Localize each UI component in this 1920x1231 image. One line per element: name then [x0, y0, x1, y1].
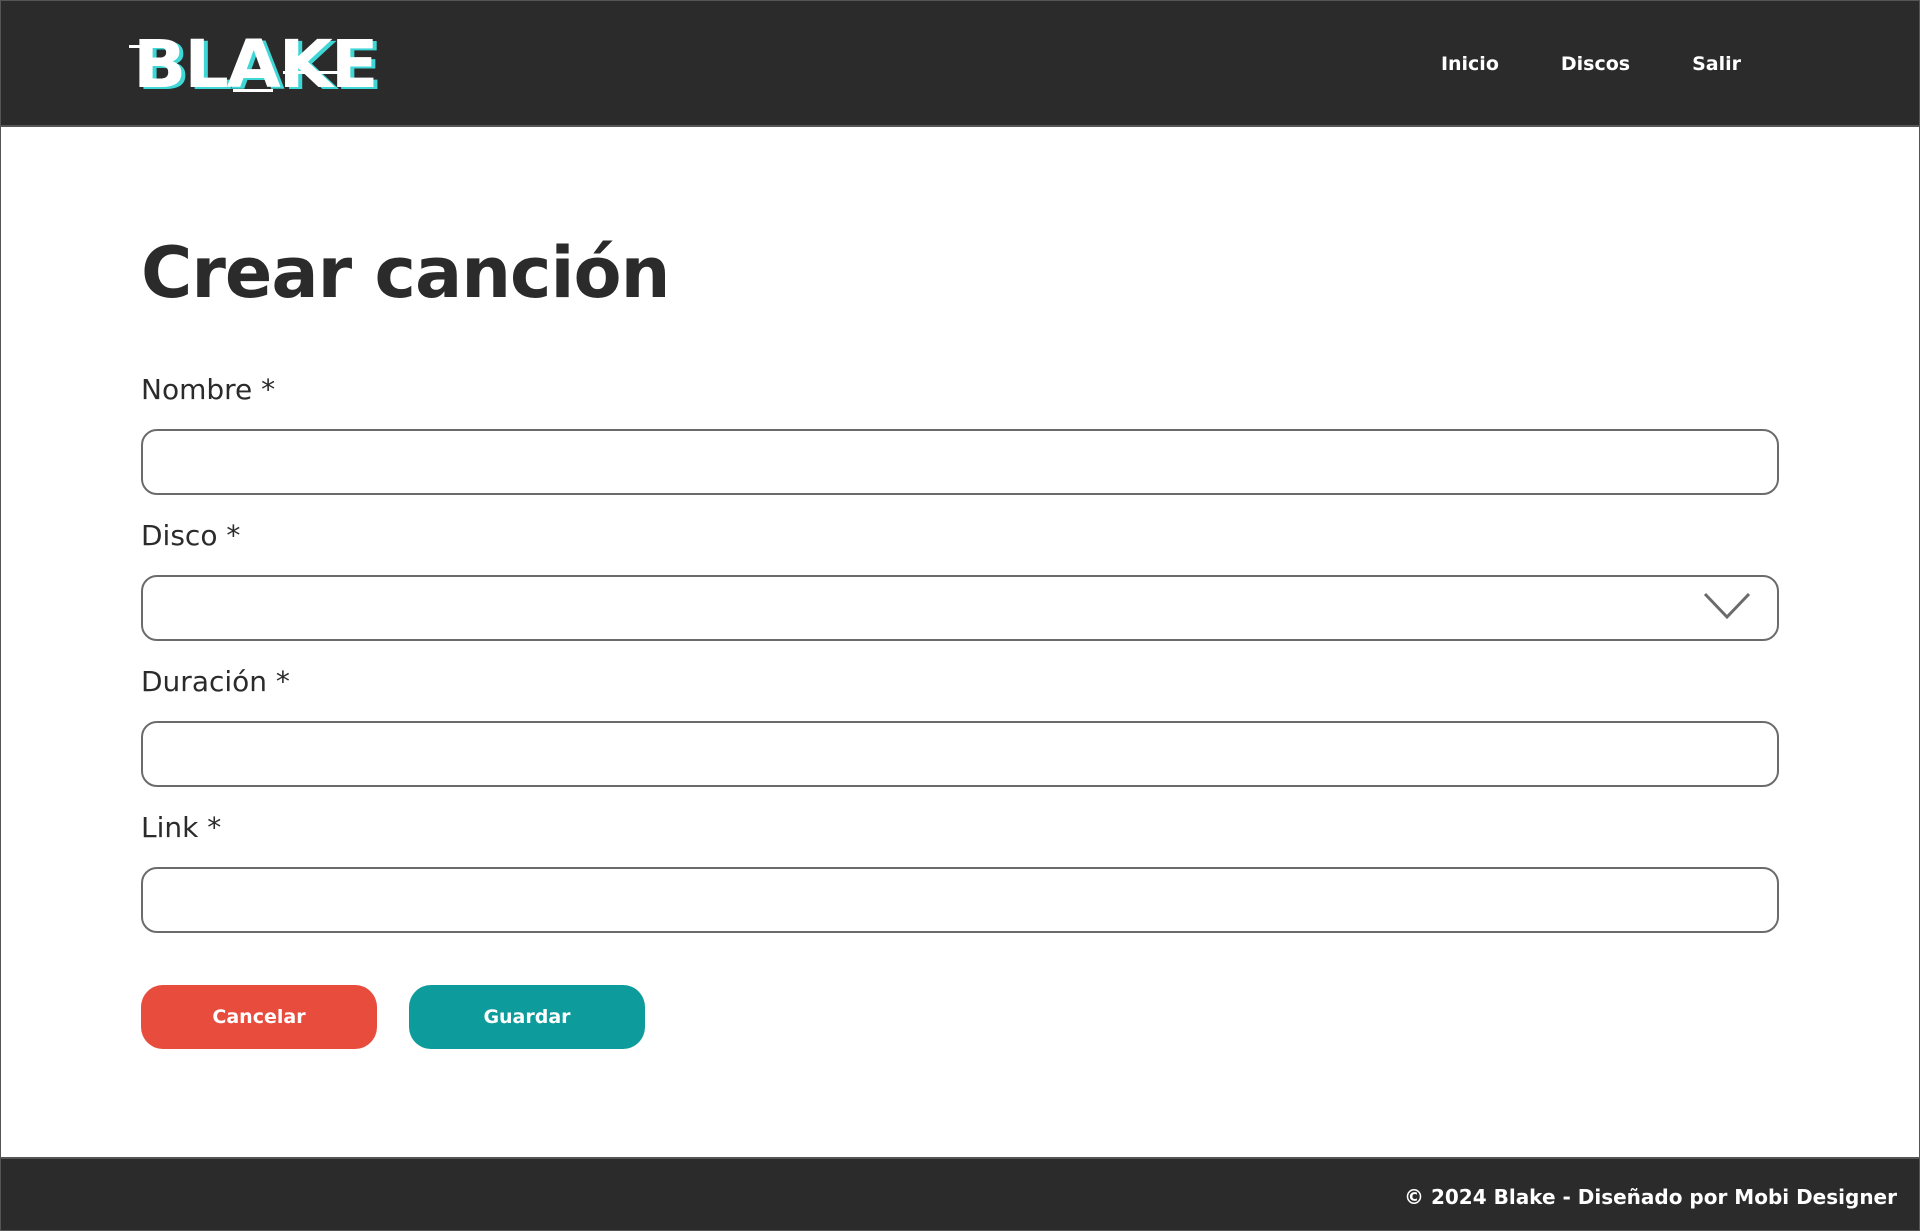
top-header: BLAKE BLAKE Inicio Discos Salir	[1, 1, 1919, 127]
field-duracion: Duración *	[141, 665, 1781, 787]
field-nombre: Nombre *	[141, 373, 1781, 495]
field-disco: Disco *	[141, 519, 1781, 641]
logo[interactable]: BLAKE BLAKE	[129, 31, 383, 101]
disco-select[interactable]	[141, 575, 1779, 641]
link-input[interactable]	[141, 867, 1779, 933]
form-actions: Cancelar Guardar	[141, 985, 1781, 1049]
duracion-label: Duración *	[141, 665, 290, 698]
footer: © 2024 Blake - Diseñado por Mobi Designe…	[1, 1157, 1919, 1230]
main-nav: Inicio Discos Salir	[1441, 53, 1741, 75]
save-button[interactable]: Guardar	[409, 985, 645, 1049]
nav-link-inicio[interactable]: Inicio	[1441, 53, 1499, 75]
cancel-button[interactable]: Cancelar	[141, 985, 377, 1049]
disco-select-box[interactable]	[141, 575, 1779, 641]
duracion-input[interactable]	[141, 721, 1779, 787]
logo-glitch-line	[233, 89, 273, 92]
nombre-input[interactable]	[141, 429, 1779, 495]
logo-glitch-line	[283, 71, 343, 74]
main-content: Crear canción Nombre * Disco * Duración …	[141, 127, 1781, 1049]
nombre-label: Nombre *	[141, 373, 276, 406]
disco-label: Disco *	[141, 519, 241, 552]
page-title: Crear canción	[141, 232, 670, 314]
field-link: Link *	[141, 811, 1781, 933]
chevron-down-icon	[1703, 592, 1751, 620]
logo-glitch-line	[129, 45, 165, 48]
link-label: Link *	[141, 811, 222, 844]
nav-link-discos[interactable]: Discos	[1561, 53, 1630, 75]
nav-link-salir[interactable]: Salir	[1692, 53, 1741, 75]
page: BLAKE BLAKE Inicio Discos Salir Crear ca…	[0, 0, 1920, 1231]
footer-copyright: © 2024 Blake - Diseñado por Mobi Designe…	[1404, 1185, 1897, 1209]
